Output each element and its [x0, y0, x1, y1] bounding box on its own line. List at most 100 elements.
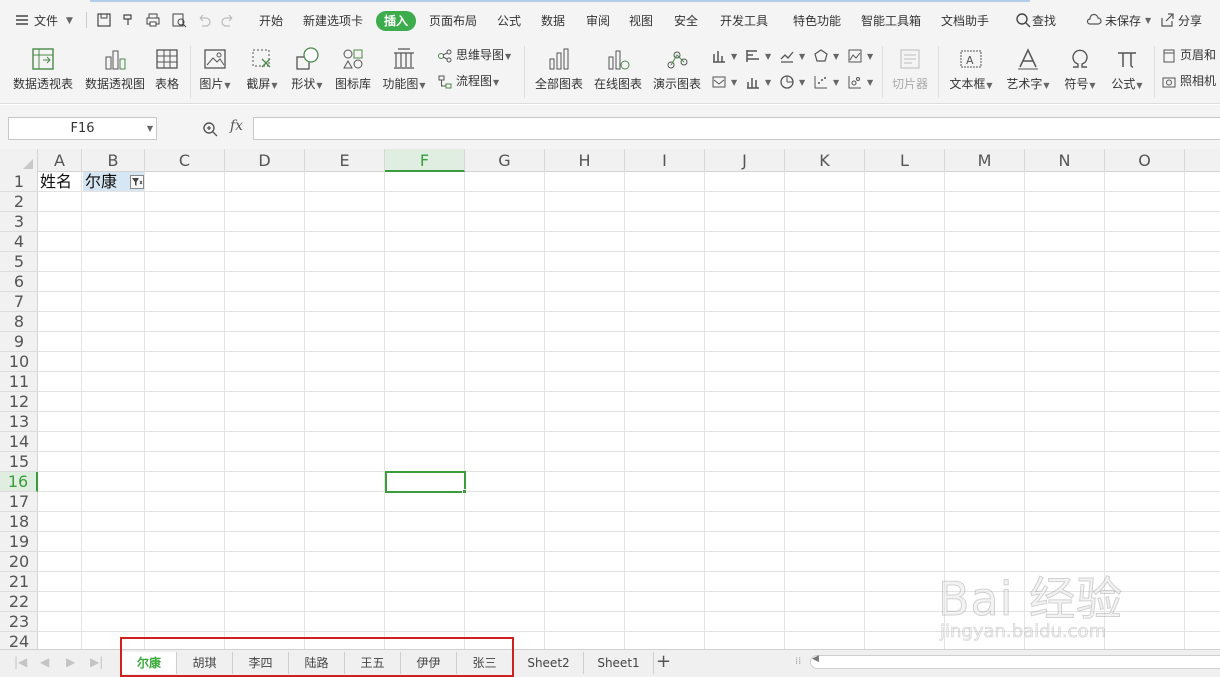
sheet-tab-7[interactable]: Sheet2: [514, 652, 584, 674]
icon-library-button[interactable]: 图标库: [333, 42, 373, 96]
formula-input[interactable]: [253, 117, 1220, 140]
tab-special-features[interactable]: 特色功能: [793, 11, 841, 31]
row-header-1[interactable]: 1: [0, 172, 38, 192]
shapes-button[interactable]: 形状▼: [288, 42, 326, 96]
radar-chart-button[interactable]: ▼: [813, 44, 839, 66]
select-all-corner[interactable]: [0, 149, 38, 172]
column-header-m[interactable]: M: [945, 149, 1025, 172]
tab-new-tab[interactable]: 新建选项卡: [303, 11, 363, 31]
print-icon[interactable]: [145, 12, 161, 28]
row-header-4[interactable]: 4: [0, 232, 38, 252]
column-header-k[interactable]: K: [785, 149, 865, 172]
share-icon[interactable]: [1159, 12, 1175, 28]
row-header-13[interactable]: 13: [0, 412, 38, 432]
unsaved-status[interactable]: 未保存: [1105, 11, 1141, 31]
column-header-j[interactable]: J: [705, 149, 785, 172]
redo-icon[interactable]: [220, 12, 236, 28]
row-header-11[interactable]: 11: [0, 372, 38, 392]
row-header-14[interactable]: 14: [0, 432, 38, 452]
tab-doc-assistant[interactable]: 文档助手: [941, 11, 989, 31]
tab-start[interactable]: 开始: [259, 11, 283, 31]
unsaved-arrow-icon[interactable]: ▼: [1145, 11, 1151, 31]
tab-smart-toolbox[interactable]: 智能工具箱: [861, 11, 921, 31]
row-header-23[interactable]: 23: [0, 612, 38, 632]
sheet-tab-8[interactable]: Sheet1: [584, 652, 654, 674]
row-header-21[interactable]: 21: [0, 572, 38, 592]
tab-view[interactable]: 视图: [629, 11, 653, 31]
all-charts-button[interactable]: 全部图表: [532, 42, 586, 96]
pivot-chart-button[interactable]: 数据透视图: [82, 42, 148, 96]
tab-data[interactable]: 数据: [541, 11, 565, 31]
flowchart-button[interactable]: 流程图▼: [437, 70, 499, 92]
column-header-h[interactable]: H: [545, 149, 625, 172]
symbol-button[interactable]: 符号▼: [1060, 42, 1100, 96]
pivot-table-button[interactable]: 数据透视表: [10, 42, 76, 96]
row-header-6[interactable]: 6: [0, 272, 38, 292]
next-sheet-icon[interactable]: ▶: [66, 655, 75, 669]
filter-dropdown-button[interactable]: [130, 175, 144, 189]
wordart-button[interactable]: 艺术字▼: [1002, 42, 1054, 96]
format-painter-icon[interactable]: [120, 12, 136, 28]
column-header-f[interactable]: F: [385, 149, 465, 172]
zoom-icon[interactable]: [202, 121, 218, 137]
prev-sheet-icon[interactable]: ◀: [40, 655, 49, 669]
save-icon[interactable]: [96, 12, 112, 28]
scroll-split-grip-icon[interactable]: ⁞⁞: [795, 656, 801, 667]
file-menu[interactable]: 文件: [34, 11, 58, 31]
header-footer-button[interactable]: 页眉和: [1161, 44, 1216, 66]
file-menu-arrow-icon[interactable]: ▼: [66, 11, 73, 31]
tab-page-layout[interactable]: 页面布局: [429, 11, 477, 31]
print-preview-icon[interactable]: [171, 12, 187, 28]
hamburger-menu-icon[interactable]: [14, 12, 30, 28]
cell-a1[interactable]: 姓名: [40, 172, 72, 192]
horizontal-scrollbar[interactable]: [810, 655, 1220, 669]
last-sheet-icon[interactable]: ▶|: [90, 655, 103, 669]
bar-chart-button[interactable]: ▼: [745, 44, 771, 66]
row-header-18[interactable]: 18: [0, 512, 38, 532]
row-header-17[interactable]: 17: [0, 492, 38, 512]
function-chart-button[interactable]: 功能图▼: [380, 42, 428, 96]
column-header-n[interactable]: N: [1025, 149, 1105, 172]
column-header-b[interactable]: B: [82, 149, 145, 172]
name-box-dropdown-icon[interactable]: ▼: [147, 118, 153, 139]
row-header-7[interactable]: 7: [0, 292, 38, 312]
camera-button[interactable]: 照相机: [1161, 70, 1216, 92]
undo-icon[interactable]: [196, 12, 212, 28]
scatter-chart-button[interactable]: ▼: [813, 70, 839, 92]
scroll-left-icon[interactable]: ◀: [812, 654, 819, 664]
row-header-15[interactable]: 15: [0, 452, 38, 472]
tab-developer[interactable]: 开发工具: [720, 11, 768, 31]
column-header-l[interactable]: L: [865, 149, 945, 172]
column-header-a[interactable]: A: [38, 149, 82, 172]
row-header-9[interactable]: 9: [0, 332, 38, 352]
stock-chart-button[interactable]: ▼: [711, 70, 737, 92]
demo-charts-button[interactable]: 演示图表: [650, 42, 704, 96]
active-cell-f16[interactable]: [385, 471, 466, 493]
share-button[interactable]: 分享: [1178, 11, 1202, 31]
row-header-12[interactable]: 12: [0, 392, 38, 412]
line-chart-button[interactable]: ▼: [779, 44, 805, 66]
row-header-24[interactable]: 24: [0, 632, 38, 649]
bubble-chart-button[interactable]: ▼: [847, 70, 873, 92]
picture-button[interactable]: 图片▼: [196, 42, 234, 96]
column-header-d[interactable]: D: [225, 149, 305, 172]
search-label[interactable]: 查找: [1032, 11, 1056, 31]
cell-b1[interactable]: 尔康: [85, 172, 117, 192]
insert-function-button[interactable]: fx: [230, 118, 243, 134]
row-header-2[interactable]: 2: [0, 192, 38, 212]
slicer-button[interactable]: 切片器: [888, 42, 932, 96]
pie-chart-button[interactable]: ▼: [779, 70, 805, 92]
combo-chart-button[interactable]: ▼: [745, 70, 771, 92]
column-header-o[interactable]: O: [1105, 149, 1185, 172]
name-box[interactable]: F16 ▼: [8, 117, 157, 140]
row-header-22[interactable]: 22: [0, 592, 38, 612]
row-header-16[interactable]: 16: [0, 472, 38, 492]
area-chart-button[interactable]: ▼: [847, 44, 873, 66]
column-header-i[interactable]: I: [625, 149, 705, 172]
add-sheet-button[interactable]: +: [656, 651, 671, 672]
column-chart-button[interactable]: ▼: [711, 44, 737, 66]
row-header-20[interactable]: 20: [0, 552, 38, 572]
row-header-5[interactable]: 5: [0, 252, 38, 272]
row-header-3[interactable]: 3: [0, 212, 38, 232]
screenshot-button[interactable]: 截屏▼: [242, 42, 282, 96]
